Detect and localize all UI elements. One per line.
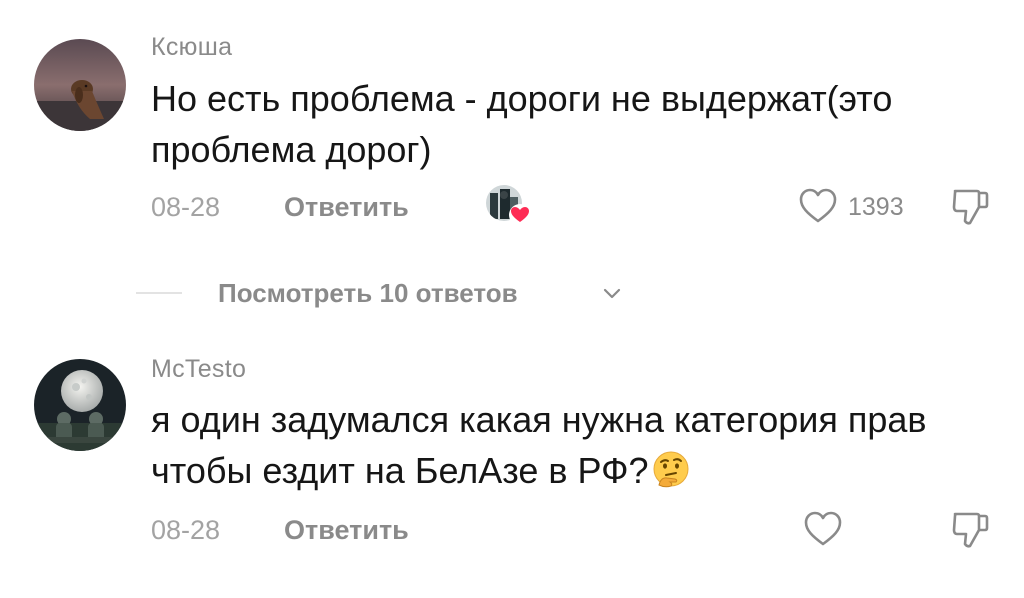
- comments-section: Ксюша Но есть проблема - дороги не выдер…: [0, 0, 1024, 598]
- comment-username[interactable]: Ксюша: [151, 33, 232, 62]
- heart-outline-icon: [799, 188, 837, 223]
- creator-liked-badge: [484, 183, 532, 229]
- comment-username[interactable]: McTesto: [151, 355, 246, 384]
- reply-button[interactable]: Ответить: [284, 189, 409, 225]
- dislike-button[interactable]: [950, 508, 990, 555]
- avatar[interactable]: [34, 359, 126, 451]
- avatar[interactable]: [34, 39, 126, 131]
- reply-button[interactable]: Ответить: [284, 512, 409, 548]
- comment-meta-row: 08-28 Ответить: [151, 185, 1001, 226]
- view-replies-button[interactable]: Посмотреть 10 ответов: [218, 276, 518, 310]
- like-button[interactable]: [798, 187, 838, 230]
- dislike-button[interactable]: [950, 185, 990, 232]
- comment-date: 08-28: [151, 192, 221, 222]
- comment-text: Но есть проблема - дороги не выдержат(эт…: [151, 78, 893, 170]
- divider-line: [136, 292, 182, 294]
- heart-badge-icon: [509, 204, 531, 226]
- moon-astronauts-avatar-icon: [34, 359, 126, 451]
- thumbs-down-icon: [952, 189, 989, 225]
- comment-meta-row: 08-28 Ответить: [151, 511, 1001, 548]
- like-count: 1393: [848, 193, 904, 221]
- comment-text-content: я один задумался какая нужна категория п…: [151, 399, 927, 491]
- thinking-face-emoji-icon: [653, 451, 689, 488]
- like-button[interactable]: [803, 510, 843, 553]
- dog-silhouette-avatar-icon: [34, 39, 126, 131]
- chevron-down-icon: [603, 288, 621, 299]
- comment-text: я один задумался какая нужна категория п…: [151, 394, 991, 496]
- thumbs-down-icon: [952, 512, 989, 548]
- heart-outline-icon: [804, 511, 842, 546]
- comment-date: 08-28: [151, 515, 221, 545]
- view-replies-row[interactable]: Посмотреть 10 ответов: [136, 276, 656, 310]
